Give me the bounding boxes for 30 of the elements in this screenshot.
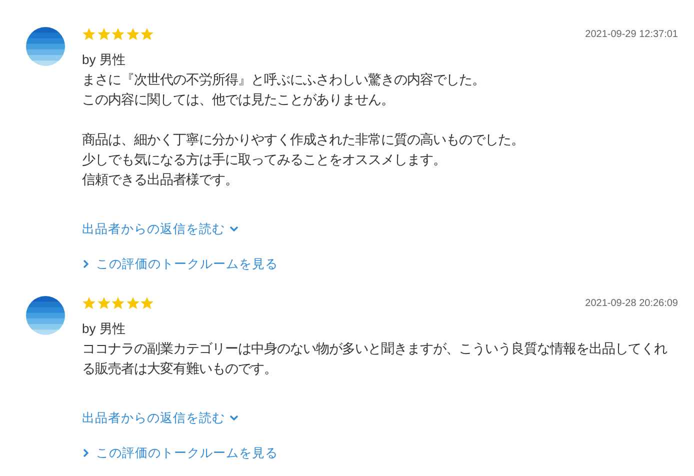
talkroom-link[interactable]: この評価のトークルームを見る (82, 254, 278, 274)
chevron-right-icon (82, 448, 90, 458)
read-reply-link[interactable]: 出品者からの返信を読む (82, 408, 239, 428)
star-icon (140, 296, 154, 310)
reviewer-name: by 男性 (82, 320, 126, 338)
chevron-down-icon (229, 413, 239, 423)
star-icon (111, 27, 125, 41)
reviewer-name: by 男性 (82, 51, 126, 69)
review-text: まさに『次世代の不労所得』と呼ぶにふさわしい驚きの内容でした。 (82, 71, 486, 89)
avatar-icon (26, 27, 65, 66)
star-icon (96, 27, 110, 41)
star-icon (126, 296, 140, 310)
review-date: 2021-09-29 12:37:01 (585, 28, 678, 42)
read-reply-link[interactable]: 出品者からの返信を読む (82, 219, 239, 239)
review-text: 信頼できる出品者様です。 (82, 171, 239, 189)
review-text: 少しでも気になる方は手に取ってみることをオススメします。 (82, 151, 447, 169)
star-icon (82, 27, 96, 41)
review-text: この内容に関しては、他では見たことがありません。 (82, 91, 395, 109)
chevron-right-icon (82, 259, 90, 269)
star-icon (111, 296, 125, 310)
review-date: 2021-09-28 20:26:09 (585, 296, 678, 310)
star-icon (126, 27, 140, 41)
review-text: ココナラの副業カテゴリーは中身のない物が多いと聞きますが、こういう良質な情報を出品してくれる販売者は大変有難いものです。 (82, 340, 668, 378)
avatar-icon (26, 296, 65, 335)
star-icon (140, 27, 154, 41)
star-icon (96, 296, 110, 310)
star-icon (82, 296, 96, 310)
review-text: 商品は、細かく丁寧に分かりやすく作成された非常に質の高いものでした。 (82, 131, 525, 149)
chevron-down-icon (229, 224, 239, 234)
talkroom-link[interactable]: この評価のトークルームを見る (82, 443, 278, 463)
